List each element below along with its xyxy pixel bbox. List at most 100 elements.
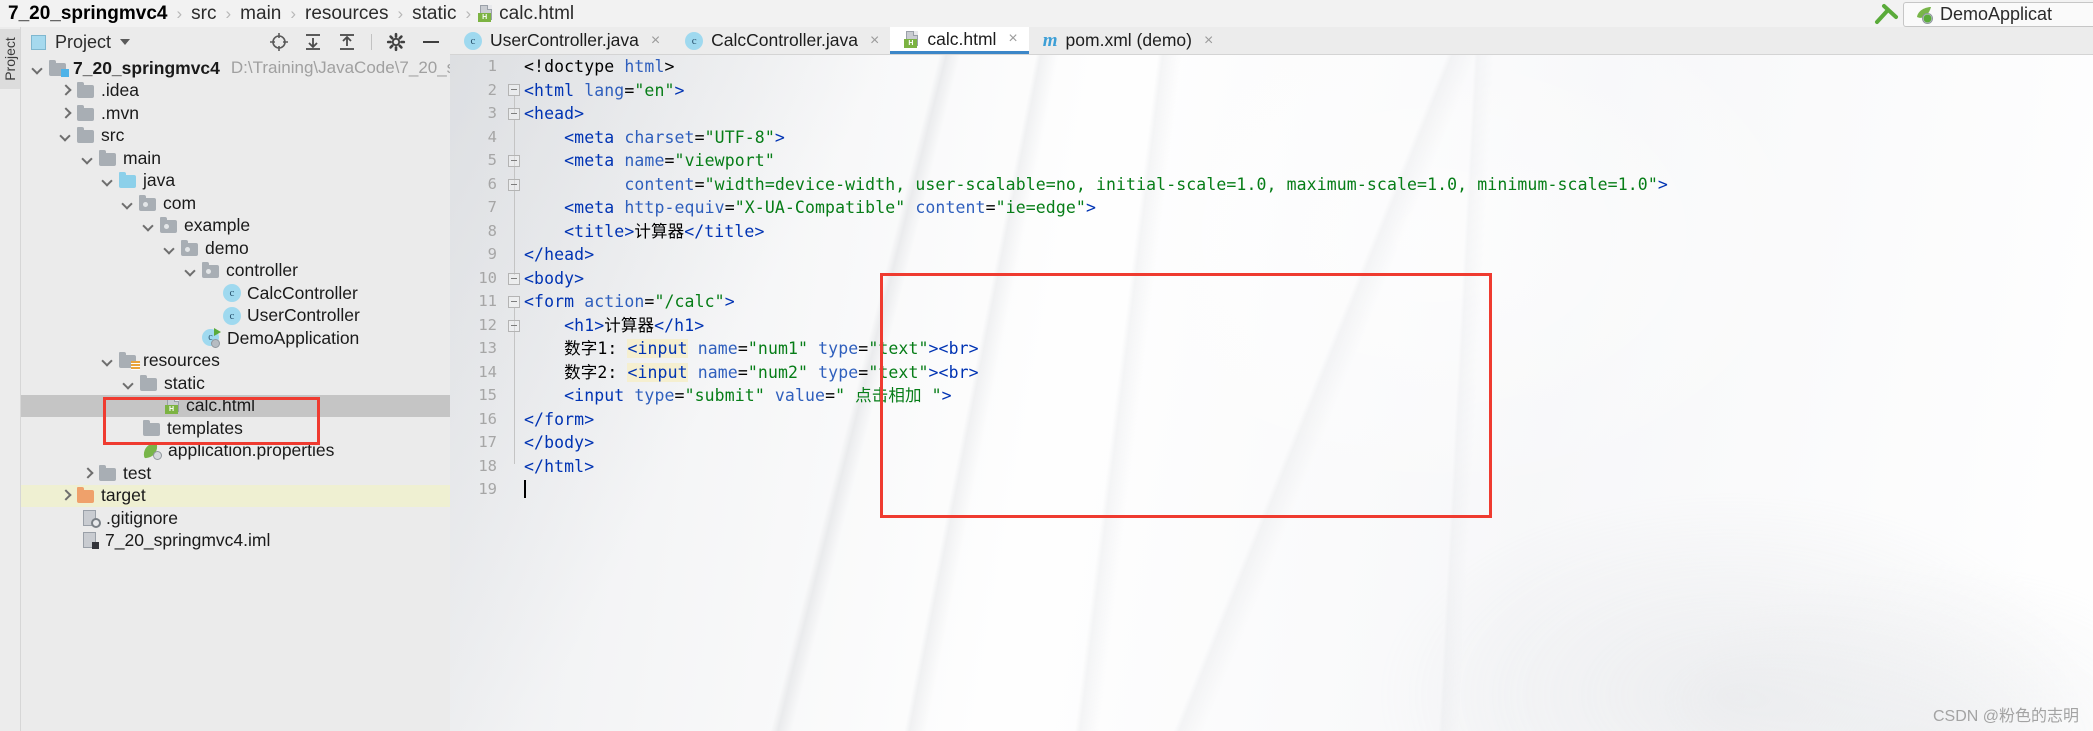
- project-tree[interactable]: 7_20_springmvc4 D:\Training\JavaCode\7_2…: [21, 57, 450, 731]
- line-number: 9: [487, 245, 497, 263]
- project-view-icon: [31, 34, 46, 50]
- tree-item-label: java: [143, 170, 176, 191]
- chevron-down-icon[interactable]: [81, 152, 94, 165]
- tree-row-demoapplication[interactable]: c DemoApplication: [21, 327, 450, 350]
- code-text[interactable]: <!doctype html> <html lang="en"> <head> …: [524, 55, 1668, 502]
- chevron-right-icon[interactable]: [59, 84, 72, 97]
- fold-marker-head-end[interactable]: [508, 273, 520, 285]
- breadcrumb-item-project[interactable]: 7_20_springmvc4: [6, 0, 174, 27]
- tab-calccontroller-java[interactable]: c CalcController.java ×: [671, 27, 890, 54]
- tree-row-java[interactable]: java: [21, 170, 450, 193]
- code-line-8: <title>计算器</title>: [564, 221, 765, 241]
- fold-marker-meta-viewport[interactable]: [508, 155, 520, 167]
- tree-row-com[interactable]: com: [21, 192, 450, 215]
- breadcrumb-item-src[interactable]: src: [185, 0, 222, 27]
- tree-row-gitignore[interactable]: .gitignore: [21, 507, 450, 530]
- project-panel-header: Project: [21, 27, 450, 57]
- fold-marker-form[interactable]: [508, 320, 520, 332]
- tab-calc-html[interactable]: H calc.html ×: [890, 27, 1029, 54]
- breadcrumb-item-file[interactable]: H calc.html: [474, 3, 574, 25]
- code-line-5: <meta name="viewport": [564, 151, 775, 170]
- tree-row-target[interactable]: target: [21, 484, 450, 507]
- line-number: 17: [478, 433, 497, 451]
- close-icon[interactable]: ×: [1204, 32, 1213, 50]
- tree-row-demo[interactable]: demo: [21, 237, 450, 260]
- line-number: 6: [487, 174, 497, 193]
- spring-boot-icon: [1914, 5, 1933, 24]
- hide-panel-icon[interactable]: [420, 32, 442, 52]
- close-icon[interactable]: ×: [1008, 30, 1017, 48]
- tree-row-mvn[interactable]: .mvn: [21, 102, 450, 125]
- tree-row-static[interactable]: static: [21, 372, 450, 395]
- tool-window-button-project[interactable]: Project: [0, 29, 20, 89]
- tree-row-templates[interactable]: templates: [21, 417, 450, 440]
- tree-row-calc-html[interactable]: H calc.html: [21, 394, 450, 417]
- chevron-down-icon[interactable]: [184, 264, 197, 277]
- code-line-15: <input type="submit" value=" 点击相加 ">: [564, 386, 952, 405]
- package-icon: [160, 217, 178, 234]
- toolbar-divider: [371, 34, 372, 50]
- line-number: 4: [487, 127, 497, 146]
- close-icon[interactable]: ×: [651, 32, 660, 50]
- tree-row-usercontroller[interactable]: c UserController: [21, 305, 450, 328]
- tree-row-idea[interactable]: .idea: [21, 80, 450, 103]
- collapse-all-icon[interactable]: [337, 32, 357, 52]
- chevron-down-icon[interactable]: [120, 39, 131, 45]
- breadcrumb-item-main[interactable]: main: [234, 0, 287, 27]
- breadcrumb-file-label: calc.html: [499, 2, 575, 24]
- tree-item-label: example: [184, 215, 251, 236]
- tab-usercontroller-java[interactable]: c UserController.java ×: [450, 27, 671, 54]
- chevron-down-icon[interactable]: [122, 377, 135, 390]
- chevron-down-icon[interactable]: [101, 354, 114, 367]
- chevron-right-icon[interactable]: [59, 107, 72, 120]
- chevron-down-icon[interactable]: [59, 129, 72, 142]
- tree-row-iml[interactable]: 7_20_springmvc4.iml: [21, 530, 450, 553]
- tab-pom-xml[interactable]: m pom.xml (demo) ×: [1029, 27, 1225, 54]
- chevron-down-icon[interactable]: [121, 197, 134, 210]
- fold-marker-meta-content[interactable]: [508, 179, 520, 191]
- chevron-down-icon[interactable]: [163, 242, 176, 255]
- watermark: CSDN @粉色的志明: [1932, 708, 2079, 725]
- tree-row-resources[interactable]: resources: [21, 350, 450, 373]
- tree-row-example[interactable]: example: [21, 215, 450, 238]
- run-configuration-selector[interactable]: DemoApplicat: [1903, 2, 2093, 27]
- settings-gear-icon[interactable]: [386, 32, 406, 52]
- tree-row-application-properties[interactable]: application.properties: [21, 440, 450, 463]
- code-editor[interactable]: 1 2 3 4 5 6 7 8 9 10 11 12 13 14 15 16 1…: [450, 55, 2093, 731]
- line-number: 14: [478, 362, 497, 381]
- project-panel-toolbar: [269, 32, 442, 52]
- tree-row-module-root[interactable]: 7_20_springmvc4 D:\Training\JavaCode\7_2…: [21, 57, 450, 80]
- locate-icon[interactable]: [269, 32, 289, 52]
- chevron-down-icon[interactable]: [31, 62, 44, 75]
- breadcrumb-item-resources[interactable]: resources: [299, 0, 394, 27]
- line-number: 13: [478, 339, 497, 357]
- fold-line: [513, 120, 515, 275]
- chevron-down-icon[interactable]: [101, 174, 114, 187]
- code-folding-gutter[interactable]: [506, 55, 524, 731]
- tree-row-test[interactable]: test: [21, 462, 450, 485]
- tree-row-controller[interactable]: controller: [21, 260, 450, 283]
- tree-item-label: .gitignore: [106, 507, 178, 528]
- line-number: 3: [487, 104, 497, 122]
- breadcrumb-item-static[interactable]: static: [406, 0, 462, 27]
- tree-item-label: DemoApplication: [227, 327, 360, 348]
- html-file-icon: H: [165, 397, 180, 415]
- tree-row-main[interactable]: main: [21, 147, 450, 170]
- code-line-9: </head>: [524, 245, 595, 264]
- chevron-right-icon[interactable]: [81, 467, 94, 480]
- fold-marker-html[interactable]: [508, 84, 520, 96]
- fold-marker-head[interactable]: [508, 108, 520, 120]
- hammer-icon[interactable]: [1874, 3, 1900, 25]
- tree-row-calccontroller[interactable]: c CalcController: [21, 282, 450, 305]
- tab-label: CalcController.java: [711, 30, 859, 50]
- close-icon[interactable]: ×: [870, 32, 879, 50]
- spring-boot-app-icon: c: [202, 328, 221, 349]
- tree-item-label: .mvn: [101, 102, 139, 123]
- expand-all-icon[interactable]: [303, 32, 323, 52]
- line-number: 10: [478, 268, 497, 287]
- fold-marker-body[interactable]: [508, 296, 520, 308]
- tree-row-src[interactable]: src: [21, 125, 450, 148]
- chevron-right-icon[interactable]: [59, 489, 72, 502]
- chevron-down-icon[interactable]: [142, 219, 155, 232]
- tree-item-label: CalcController: [247, 282, 358, 303]
